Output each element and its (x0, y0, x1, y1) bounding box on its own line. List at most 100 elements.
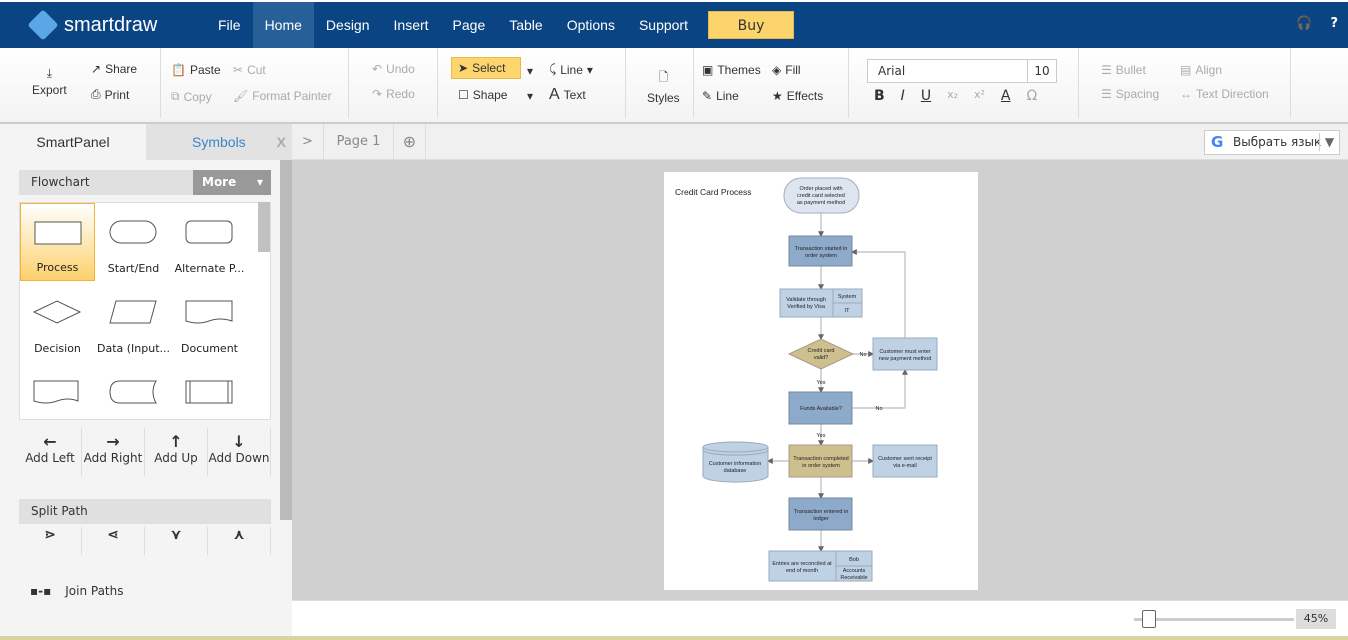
node-transaction-completed[interactable]: Transaction completedin order system (788, 444, 853, 478)
print-button[interactable]: ⎙ Print (91, 87, 129, 102)
split-up-icon[interactable]: ⋏ (208, 527, 271, 555)
menu-design[interactable]: Design (314, 2, 382, 48)
list-icon: ☰ (1101, 63, 1112, 77)
format-painter-button[interactable]: 🖌 Format Painter (233, 89, 332, 103)
close-panel-button[interactable]: X (277, 124, 286, 160)
line-button[interactable]: ⤹ Line ▾ (549, 62, 593, 77)
smartdraw-logo[interactable]: smartdraw (27, 9, 202, 41)
zoom-slider-handle[interactable] (1142, 610, 1156, 628)
headset-icon[interactable]: 🎧 (1296, 16, 1312, 31)
language-select[interactable]: G Выбрать язык ▼ (1204, 130, 1340, 155)
shape-document[interactable]: Document (172, 283, 247, 361)
export-button[interactable]: ⤓ Export (32, 66, 67, 97)
shape-button[interactable]: ☐ Shape (458, 88, 507, 102)
library-header: Flowchart More ▾ (19, 170, 271, 195)
line-label: Line (560, 62, 583, 77)
line-style-button[interactable]: ✎ Line (702, 89, 739, 103)
menu-home[interactable]: Home (252, 2, 314, 48)
shape-decision[interactable]: Decision (20, 283, 95, 361)
effects-button[interactable]: ★ Effects (772, 89, 823, 103)
menu-options[interactable]: Options (555, 2, 627, 48)
undo-button[interactable]: ↶ Undo (372, 62, 415, 76)
node-credit-card-valid[interactable]: Credit cardvalid? (787, 338, 855, 370)
menu-table[interactable]: Table (497, 2, 554, 48)
copy-button[interactable]: ⧉ Copy (171, 89, 212, 104)
node-transaction-ledger[interactable]: Transaction entered inledger (788, 497, 853, 531)
node-customer-receipt[interactable]: Customer sent receiptvia e-mail (872, 444, 938, 478)
font-family-select[interactable]: Arial (878, 64, 905, 78)
node-order-placed[interactable]: Order placed withcredit card selectedas … (783, 177, 860, 214)
zoom-slider[interactable] (1134, 618, 1294, 621)
shape-data[interactable]: Data (Input... (96, 283, 171, 361)
diagram-page[interactable]: Credit Card Process Order placed with cre… (664, 172, 978, 590)
node-transaction-started[interactable]: Transaction started inorder system (788, 235, 853, 267)
select-label: Select (472, 61, 506, 75)
tab-smartpanel[interactable]: SmartPanel (0, 124, 146, 160)
shape-predefined-process[interactable] (172, 363, 247, 419)
shape-stored-data[interactable] (96, 363, 171, 419)
menu-insert[interactable]: Insert (382, 2, 441, 48)
smart-panel: SmartPanel Symbols X Flowchart More ▾ Proce… (0, 124, 292, 640)
more-button[interactable]: More ▾ (193, 170, 271, 195)
add-down-button[interactable]: ↓ Add Down (208, 428, 271, 476)
shape-alternate-process[interactable]: Alternate P... (172, 203, 247, 281)
add-page-button[interactable]: ⊕ (394, 124, 426, 160)
font-color-button[interactable]: A (1001, 88, 1011, 104)
text-button[interactable]: A Text (549, 86, 586, 104)
subscript-button[interactable]: x₂ (947, 88, 958, 104)
add-left-button[interactable]: ← Add Left (19, 428, 82, 476)
shape-process[interactable]: Process (20, 203, 95, 281)
shape-multi-document[interactable] (20, 363, 95, 419)
menu-support[interactable]: Support (627, 2, 700, 48)
menu-file[interactable]: File (206, 2, 253, 48)
tab-page-1[interactable]: Page 1 (324, 124, 394, 160)
symbol-button[interactable]: Ω (1026, 88, 1037, 104)
copy-label: Copy (183, 89, 212, 104)
select-dropdown[interactable]: ▾ (527, 64, 533, 78)
split-right-icon[interactable]: ⋗ (19, 527, 82, 555)
share-icon: ↗ (91, 62, 102, 76)
styles-icon: 🗋 (658, 70, 669, 84)
tab-symbols[interactable]: Symbols X (146, 124, 292, 160)
themes-button[interactable]: ▣ Themes (702, 63, 761, 77)
add-up-button[interactable]: ↑ Add Up (145, 428, 208, 476)
buy-button[interactable]: Buy (708, 11, 794, 39)
italic-button[interactable]: I (901, 88, 905, 104)
font-size-input[interactable]: 10 (1027, 60, 1056, 82)
paste-button[interactable]: 📋 Paste (171, 63, 221, 77)
select-button[interactable]: ➤ Select (451, 57, 521, 79)
split-left-icon[interactable]: ⋖ (82, 527, 145, 555)
align-button[interactable]: ▤ Align (1180, 63, 1222, 77)
bold-button[interactable]: B (874, 88, 885, 104)
text-direction-label: Text Direction (1196, 87, 1269, 101)
node-customer-database[interactable]: Customer informationdatabase (702, 441, 769, 483)
fill-button[interactable]: ◈ Fill (772, 63, 801, 77)
cut-button[interactable]: ✂ Cut (233, 63, 266, 77)
node-validate[interactable]: Validate throughVerified by Visa System I… (779, 288, 863, 318)
superscript-button[interactable]: x² (974, 88, 985, 104)
help-icon[interactable]: ? (1330, 16, 1338, 31)
panel-scrollbar[interactable] (280, 160, 292, 520)
node-entries-reconciled[interactable]: Entries are reconciled atend of month Bo… (768, 550, 873, 582)
shape-dropdown[interactable]: ▾ (527, 89, 533, 103)
redo-button[interactable]: ↷ Redo (372, 87, 415, 101)
join-paths-button[interactable]: ▪-▪ Join Paths (30, 584, 124, 598)
node-funds-available[interactable]: Funds Available? (788, 391, 853, 425)
expand-button[interactable]: > (292, 124, 324, 160)
shape-start-end[interactable]: Start/End (96, 203, 171, 281)
share-button[interactable]: ↗ Share (91, 62, 137, 76)
add-right-button[interactable]: → Add Right (82, 428, 145, 476)
spacing-button[interactable]: ☰ Spacing (1101, 87, 1159, 101)
scissors-icon: ✂ (233, 63, 244, 77)
bullet-button[interactable]: ☰ Bullet (1101, 63, 1146, 77)
split-down-icon[interactable]: ⋎ (145, 527, 208, 555)
logo-icon (27, 9, 59, 41)
styles-button[interactable]: 🗋 Styles (647, 68, 680, 105)
text-direction-button[interactable]: ↔ Text Direction (1180, 87, 1269, 101)
gallery-scrollbar[interactable] (258, 202, 270, 252)
underline-button[interactable]: U (921, 88, 931, 104)
drawing-canvas[interactable]: Credit Card Process Order placed with cre… (292, 160, 1348, 600)
role-text: Bob (849, 557, 859, 563)
node-customer-must-enter[interactable]: Customer must enternew payment method (872, 337, 938, 371)
menu-page[interactable]: Page (441, 2, 498, 48)
